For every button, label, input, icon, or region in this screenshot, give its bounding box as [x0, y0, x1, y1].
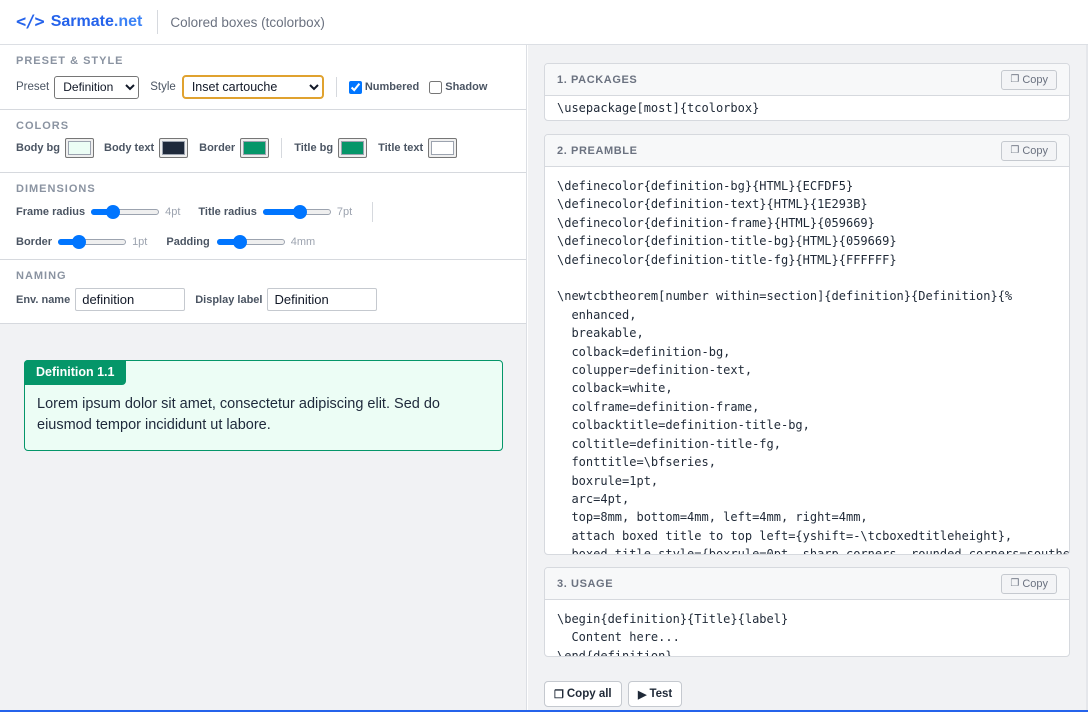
controls-area: PRESET & STYLE Preset Definition Style I…: [0, 45, 526, 324]
title-radius-thumb[interactable]: [292, 205, 307, 219]
title-text-swatch[interactable]: [428, 138, 458, 158]
title-bg-swatch[interactable]: [338, 138, 368, 158]
section-title-naming: NAMING: [16, 270, 67, 282]
numbered-checkbox[interactable]: Numbered: [348, 80, 420, 94]
preview-body: Lorem ipsum dolor sit amet, consectetur …: [37, 396, 440, 433]
env-name-input[interactable]: [75, 288, 186, 311]
frame-radius-value: 4pt: [165, 206, 181, 218]
page-title: Colored boxes (tcolorbox): [170, 14, 325, 30]
padding-label: Padding: [166, 236, 210, 248]
section-title-dimensions: DIMENSIONS: [16, 183, 96, 195]
title-radius-value: 7pt: [336, 206, 353, 218]
shadow-label: Shadow: [445, 81, 488, 93]
preset-style-row: Preset Definition Style Inset cartouche …: [16, 75, 510, 99]
naming-row: Env. name Display label: [16, 288, 510, 311]
packages-title: 1. PACKAGES: [557, 73, 638, 86]
body-bg-color: [68, 141, 91, 155]
naming-section: NAMING Env. name Display label: [0, 260, 526, 324]
copy-icon: ❐: [1010, 578, 1020, 589]
colors-row: Body bg Body text Border Title bg Title …: [16, 138, 510, 158]
body-bg-label: Body bg: [16, 142, 60, 154]
preamble-title: 2. PREAMBLE: [557, 144, 638, 157]
border-width-label: Border: [16, 236, 53, 248]
style-select[interactable]: Inset cartouche: [181, 75, 324, 99]
dimensions-row-2: Border 1pt Padding 4mm: [16, 235, 510, 249]
section-title-colors: COLORS: [16, 120, 70, 132]
title-radius-label: Title radius: [198, 206, 257, 218]
copy-packages-button[interactable]: ❐ Copy: [1001, 69, 1057, 90]
title-text-color: [431, 141, 455, 155]
copy-all-button[interactable]: ❐ Copy all: [544, 681, 622, 707]
border-width-slider[interactable]: [58, 235, 127, 249]
copy-preamble-button[interactable]: ❐ Copy: [1001, 140, 1057, 161]
copy-icon: ❐: [1010, 145, 1020, 156]
code-icon: </>: [16, 12, 45, 32]
section-title-preset-style: PRESET & STYLE: [16, 55, 124, 67]
preset-style-section: PRESET & STYLE Preset Definition Style I…: [0, 45, 526, 110]
packages-code[interactable]: \usepackage[most]{tcolorbox}: [545, 96, 1069, 117]
numbered-checkbox-input[interactable]: [348, 80, 362, 94]
dimensions-divider: [372, 202, 374, 222]
editor-panel: PRESET & STYLE Preset Definition Style I…: [0, 45, 527, 712]
numbered-label: Numbered: [364, 81, 420, 93]
play-icon: ▶: [638, 688, 647, 701]
preset-label: Preset: [16, 81, 50, 93]
test-button[interactable]: ▶ Test: [628, 681, 683, 707]
border-width-thumb[interactable]: [71, 235, 86, 249]
body-text-color: [162, 141, 186, 155]
frame-radius-thumb[interactable]: [105, 205, 120, 219]
app-header: </> Sarmate.net Colored boxes (tcolorbox…: [0, 0, 1088, 45]
padding-thumb[interactable]: [232, 235, 247, 249]
display-label-label: Display label: [195, 293, 263, 306]
preamble-card: 2. PREAMBLE ❐ Copy \definecolor{definitio…: [544, 134, 1070, 555]
brand-logo[interactable]: </> Sarmate.net: [16, 12, 142, 32]
style-label: Style: [150, 81, 176, 93]
frame-radius-label: Frame radius: [16, 206, 86, 218]
usage-card: 3. USAGE ❐ Copy \begin{definition}{Title}…: [544, 567, 1070, 657]
packages-header: 1. PACKAGES ❐ Copy: [545, 64, 1069, 96]
preset-select[interactable]: Definition: [54, 75, 140, 99]
padding-value: 4mm: [290, 236, 316, 248]
body-text-swatch[interactable]: [159, 138, 189, 158]
output-panel: 1. PACKAGES ❐ Copy \usepackage[most]{tcol…: [528, 45, 1088, 712]
border-color: [243, 141, 267, 155]
packages-card: 1. PACKAGES ❐ Copy \usepackage[most]{tcol…: [544, 63, 1070, 121]
colors-section: COLORS Body bg Body text Border Title bg…: [0, 110, 526, 173]
preset-divider: [335, 77, 337, 97]
title-text-label: Title text: [378, 142, 424, 154]
preamble-header: 2. PREAMBLE ❐ Copy: [545, 135, 1069, 167]
usage-code[interactable]: \begin{definition}{Title}{label} Content…: [545, 600, 1069, 656]
usage-header: 3. USAGE ❐ Copy: [545, 568, 1069, 600]
dimensions-row-1: Frame radius 4pt Title radius 7pt: [16, 202, 510, 222]
border-width-value: 1pt: [132, 236, 148, 248]
title-bg-label: Title bg: [294, 142, 334, 154]
copy-icon: ❐: [554, 688, 564, 701]
border-color-label: Border: [199, 142, 236, 154]
dimensions-section: DIMENSIONS Frame radius 4pt Title radius…: [0, 173, 526, 260]
brand-name: Sarmate.net: [50, 13, 143, 30]
padding-slider[interactable]: [216, 235, 285, 249]
border-color-swatch[interactable]: [240, 138, 270, 158]
header-divider: [157, 10, 159, 34]
usage-title: 3. USAGE: [557, 577, 614, 590]
copy-icon: ❐: [1010, 74, 1020, 85]
copy-usage-button[interactable]: ❐ Copy: [1001, 573, 1057, 594]
preview-title: Definition 1.1: [24, 360, 127, 385]
title-bg-color: [341, 141, 365, 155]
env-name-label: Env. name: [16, 293, 71, 306]
shadow-checkbox-input[interactable]: [429, 80, 443, 94]
tcolorbox-preview: Definition 1.1 Lorem ipsum dolor sit ame…: [24, 360, 503, 451]
display-label-input[interactable]: [267, 288, 378, 311]
preamble-code[interactable]: \definecolor{definition-bg}{HTML}{ECFDF5…: [545, 167, 1069, 554]
colors-divider: [281, 138, 283, 158]
body-text-label: Body text: [104, 142, 155, 154]
shadow-checkbox[interactable]: Shadow: [429, 80, 488, 94]
title-radius-slider[interactable]: [262, 205, 331, 219]
body-bg-swatch[interactable]: [65, 138, 94, 158]
frame-radius-slider[interactable]: [91, 205, 160, 219]
